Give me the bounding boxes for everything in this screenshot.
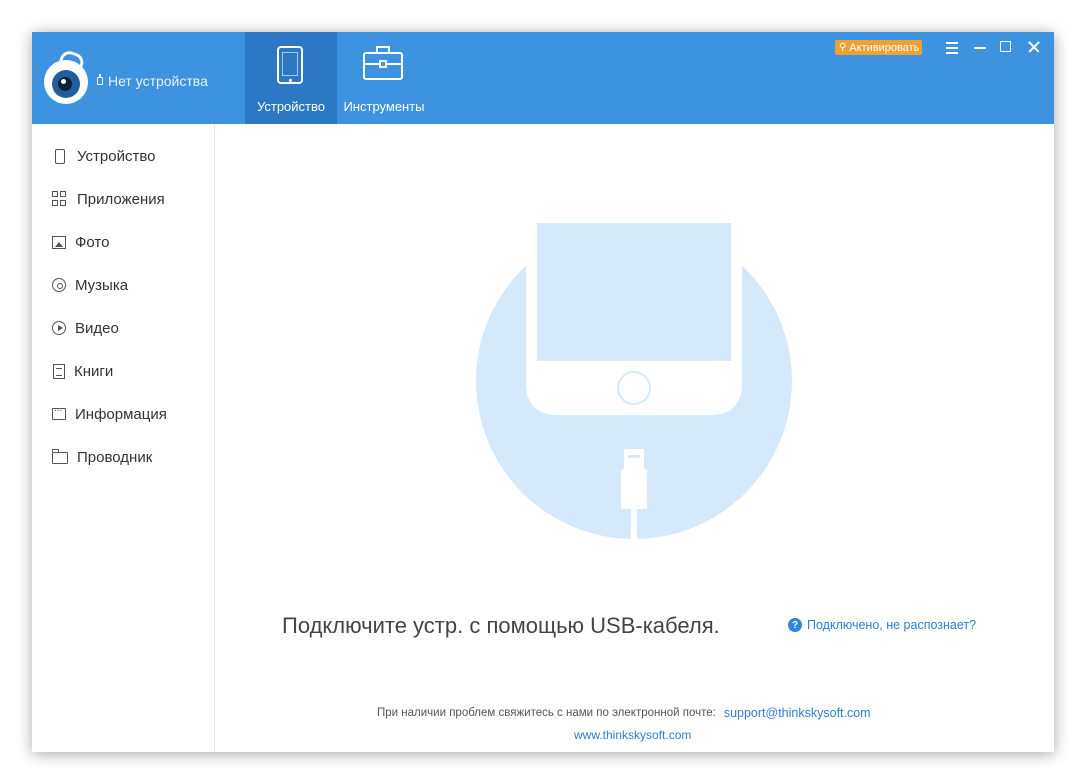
contact-text: При наличии проблем свяжитесь с нами по … — [377, 707, 716, 719]
app-window: Нет устройства Устройство Инструменты ⚲ … — [32, 32, 1054, 752]
device-status-label: Нет устройства — [108, 73, 208, 89]
maximize-button[interactable] — [996, 38, 1016, 56]
connect-message: Подключите устр. с помощью USB-кабеля. — [282, 613, 720, 638]
sidebar-item-photo[interactable]: Фото — [52, 230, 109, 254]
header-bar: Нет устройства Устройство Инструменты ⚲ … — [32, 32, 1054, 124]
website-link[interactable]: www.thinkskysoft.com — [574, 728, 691, 742]
sidebar-item-video[interactable]: Видео — [52, 316, 119, 340]
minimize-button[interactable] — [970, 38, 990, 56]
toolbox-lock-icon — [379, 60, 387, 68]
sidebar-item-label: Книги — [74, 362, 114, 380]
app-logo — [44, 48, 88, 104]
sidebar-item-music[interactable]: Музыка — [52, 273, 128, 297]
tab-tools[interactable]: Инструменты — [337, 32, 431, 124]
sidebar-item-label: Видео — [75, 319, 119, 337]
books-icon — [53, 363, 65, 379]
device-icon — [55, 148, 65, 164]
sidebar-item-label: Устройство — [77, 147, 156, 165]
folder-icon — [52, 449, 68, 464]
sidebar-item-apps[interactable]: Приложения — [52, 187, 165, 211]
sidebar-item-label: Информация — [75, 405, 167, 423]
sidebar-item-info[interactable]: Информация — [52, 402, 167, 426]
contact-row: При наличии проблем свяжитесь с нами по … — [377, 706, 871, 720]
device-status: Нет устройства — [96, 73, 208, 89]
apps-icon — [52, 191, 68, 207]
info-icon — [52, 403, 66, 420]
help-link-label: Подключено, не распознает? — [807, 618, 977, 632]
menu-button[interactable] — [942, 38, 962, 56]
sidebar-item-books[interactable]: Книги — [52, 359, 113, 383]
connect-device-illustration — [476, 223, 792, 539]
tab-device[interactable]: Устройство — [245, 32, 337, 124]
photo-icon — [52, 235, 66, 249]
support-email-link[interactable]: support@thinkskysoft.com — [724, 706, 871, 720]
main-content: Подключите устр. с помощью USB-кабеля. ?… — [215, 124, 1054, 752]
activate-button[interactable]: ⚲ Активировать — [835, 40, 923, 55]
tab-tools-label: Инструменты — [343, 99, 425, 114]
close-button[interactable] — [1024, 38, 1044, 56]
sidebar-item-label: Приложения — [77, 190, 165, 208]
phone-icon — [277, 46, 303, 84]
sidebar-item-device[interactable]: Устройство — [52, 144, 155, 168]
music-icon — [52, 278, 66, 292]
not-recognized-help-link[interactable]: ? Подключено, не распознает? — [788, 618, 976, 632]
tab-device-label: Устройство — [256, 99, 325, 114]
video-icon — [52, 321, 66, 335]
sidebar-item-label: Проводник — [77, 448, 153, 466]
sidebar-item-label: Музыка — [75, 276, 129, 294]
sidebar-item-explorer[interactable]: Проводник — [52, 445, 152, 469]
sidebar-item-label: Фото — [75, 233, 110, 251]
sidebar: Устройство Приложения Фото Музыка Видео … — [32, 124, 215, 752]
key-icon: ⚲ — [839, 41, 847, 53]
question-icon: ? — [788, 618, 802, 632]
usb-plug-icon — [96, 74, 104, 88]
activate-label: Активировать — [849, 41, 920, 54]
